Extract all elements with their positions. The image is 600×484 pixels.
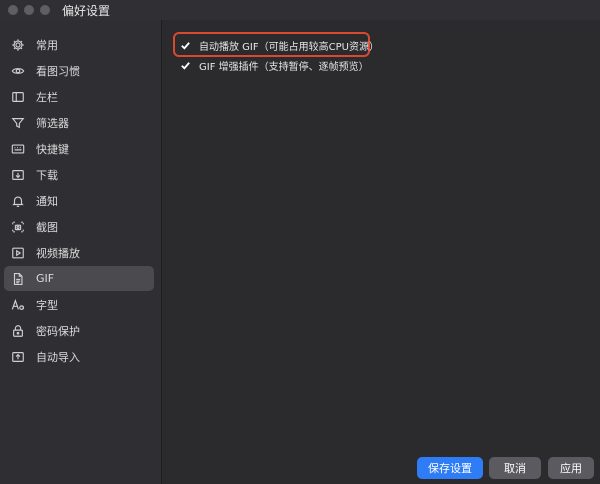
window-title: 偏好设置 bbox=[62, 3, 111, 18]
sidebar-item-video-playback[interactable]: 视频播放 bbox=[4, 240, 154, 265]
sidebar-item-label: 左栏 bbox=[36, 90, 58, 104]
sidebar-item-general[interactable]: 常用 bbox=[4, 32, 154, 57]
sidebar-item-label: 截图 bbox=[36, 220, 58, 234]
checkmark-icon[interactable] bbox=[179, 59, 191, 71]
sidebar-item-download[interactable]: 下载 bbox=[4, 162, 154, 187]
preferences-window: 偏好设置 常用 看图习惯 左栏 筛选器 快捷键 下载 通知 截图 视频播放 GI… bbox=[0, 0, 600, 484]
sidebar-item-password-protection[interactable]: 密码保护 bbox=[4, 318, 154, 343]
sidebar-item-label: 常用 bbox=[36, 38, 58, 52]
keyboard-icon bbox=[10, 141, 26, 157]
sidebar-item-label: 视频播放 bbox=[36, 246, 80, 260]
apply-button[interactable]: 应用 bbox=[548, 457, 594, 479]
gif-file-icon bbox=[10, 271, 26, 287]
sidebar-item-filter[interactable]: 筛选器 bbox=[4, 110, 154, 135]
sidebar-item-label: 自动导入 bbox=[36, 350, 80, 364]
sidebar-item-viewing-habits[interactable]: 看图习惯 bbox=[4, 58, 154, 83]
sidebar-item-label: 看图习惯 bbox=[36, 64, 80, 78]
title-bar: 偏好设置 bbox=[0, 0, 600, 20]
sidebar-item-notifications[interactable]: 通知 bbox=[4, 188, 154, 213]
import-icon bbox=[10, 349, 26, 365]
font-icon bbox=[10, 297, 26, 313]
screenshot-icon bbox=[10, 219, 26, 235]
cancel-button[interactable]: 取消 bbox=[489, 457, 541, 479]
eye-icon bbox=[10, 63, 26, 79]
close-window-button[interactable] bbox=[8, 5, 18, 15]
download-icon bbox=[10, 167, 26, 183]
maximize-window-button[interactable] bbox=[40, 5, 50, 15]
settings-panel: 自动播放 GIF（可能占用较高CPU资源） GIF 增强插件（支持暂停、逐帧预览… bbox=[163, 20, 600, 484]
left-panel-icon bbox=[10, 89, 26, 105]
gif-enhancement-plugin-option[interactable]: GIF 增强插件（支持暂停、逐帧预览） bbox=[179, 57, 369, 73]
option-label: GIF 增强插件（支持暂停、逐帧预览） bbox=[199, 61, 369, 73]
sidebar-item-screenshot[interactable]: 截图 bbox=[4, 214, 154, 239]
autoplay-gif-option[interactable]: 自动播放 GIF（可能占用较高CPU资源） bbox=[179, 37, 379, 53]
sidebar-item-gif[interactable]: GIF bbox=[4, 266, 154, 291]
gear-icon bbox=[10, 37, 26, 53]
sidebar-item-label: 快捷键 bbox=[36, 142, 69, 156]
sidebar-item-label: 下载 bbox=[36, 168, 58, 182]
minimize-window-button[interactable] bbox=[24, 5, 34, 15]
lock-icon bbox=[10, 323, 26, 339]
sidebar-item-shortcuts[interactable]: 快捷键 bbox=[4, 136, 154, 161]
filter-icon bbox=[10, 115, 26, 131]
sidebar-item-label: 通知 bbox=[36, 194, 58, 208]
sidebar-item-auto-import[interactable]: 自动导入 bbox=[4, 344, 154, 369]
bell-icon bbox=[10, 193, 26, 209]
save-settings-button[interactable]: 保存设置 bbox=[417, 457, 483, 479]
option-label: 自动播放 GIF（可能占用较高CPU资源） bbox=[199, 41, 379, 53]
sidebar-item-label: 字型 bbox=[36, 298, 58, 312]
sidebar: 常用 看图习惯 左栏 筛选器 快捷键 下载 通知 截图 视频播放 GIF 字型 … bbox=[0, 20, 162, 484]
sidebar-item-label: 筛选器 bbox=[36, 116, 69, 130]
sidebar-item-label: 密码保护 bbox=[36, 324, 80, 338]
sidebar-item-font[interactable]: 字型 bbox=[4, 292, 154, 317]
window-controls bbox=[8, 5, 50, 15]
sidebar-item-left-panel[interactable]: 左栏 bbox=[4, 84, 154, 109]
checkmark-icon[interactable] bbox=[179, 39, 191, 51]
play-icon bbox=[10, 245, 26, 261]
sidebar-item-label: GIF bbox=[36, 272, 55, 285]
